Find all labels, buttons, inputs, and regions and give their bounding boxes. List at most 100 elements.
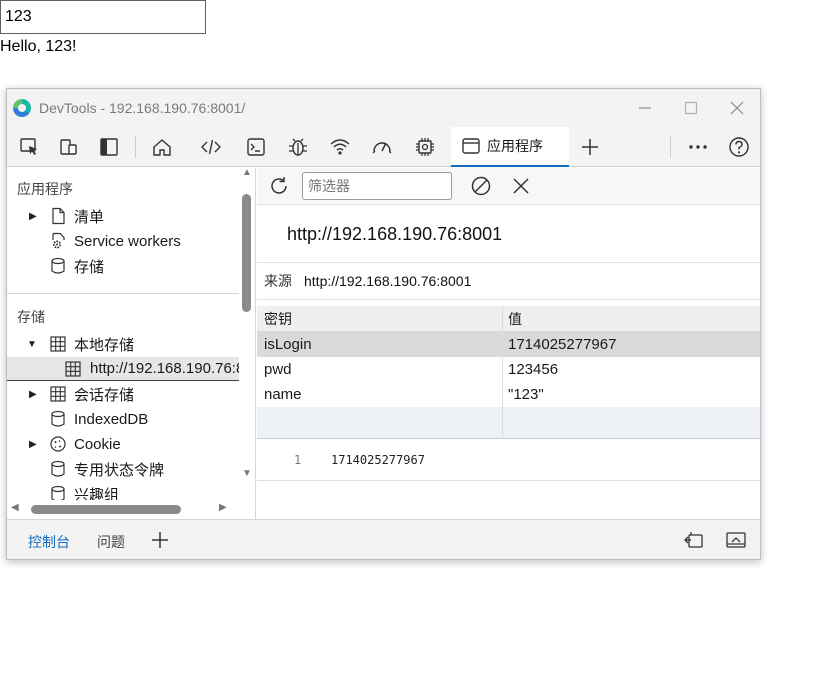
drawer-toolbar: 控制台 问题 — [7, 519, 760, 559]
sidebar-item-manifest[interactable]: ▶ 清单 — [7, 204, 239, 228]
storage-main-panel: http://192.168.190.76:8001 来源 http://192… — [257, 168, 760, 519]
expand-arrow-icon[interactable]: ▶ — [29, 211, 37, 222]
sidebar-item-local-storage[interactable]: ▼ 本地存储 — [7, 332, 239, 356]
sidebar-item-indexeddb[interactable]: IndexedDB — [7, 407, 239, 431]
drawer-add-tab-button[interactable] — [150, 530, 170, 553]
device-emulation-button[interactable] — [55, 135, 81, 159]
performance-tab[interactable] — [369, 135, 395, 159]
tab-application[interactable]: 应用程序 — [451, 127, 569, 167]
column-header-value[interactable]: 值 — [508, 309, 522, 329]
application-icon — [462, 138, 480, 154]
cookie-icon — [49, 435, 67, 453]
vertical-scroll-thumb[interactable] — [242, 194, 251, 312]
expand-arrow-icon[interactable]: ▶ — [29, 389, 37, 400]
plus-icon — [152, 532, 168, 548]
drawer-tab-issues[interactable]: 问题 — [97, 532, 125, 552]
more-tabs-button[interactable] — [577, 135, 603, 159]
database-icon — [49, 257, 67, 275]
elements-tab[interactable] — [198, 135, 224, 159]
customize-menu-button[interactable] — [685, 135, 711, 159]
network-tab[interactable] — [327, 135, 353, 159]
refresh-icon — [271, 177, 287, 194]
scroll-left-icon[interactable]: ◀ — [11, 502, 19, 513]
origin-label: 来源 — [264, 273, 292, 289]
preview-line-number: 1 — [294, 453, 302, 467]
close-drawer-button[interactable] — [725, 530, 747, 553]
origin-title: http://192.168.190.76:8001 — [287, 224, 503, 244]
filter-toolbar — [257, 168, 760, 205]
dock-icon — [100, 138, 118, 156]
plus-icon — [582, 139, 598, 155]
origin-value: http://192.168.190.76:8001 — [304, 273, 472, 289]
sidebar-item-local-storage-origin[interactable]: http://192.168.190.76:8001 — [7, 357, 255, 381]
delete-selected-button[interactable] — [510, 175, 532, 200]
sidebar-item-cookie[interactable]: ▶ Cookie — [7, 432, 239, 456]
expand-arrow-icon[interactable]: ▶ — [29, 439, 37, 450]
sidebar-item-service-workers[interactable]: Service workers — [7, 229, 239, 253]
sidebar-item-label: 存储 — [74, 258, 105, 276]
clear-all-button[interactable] — [470, 175, 492, 200]
title-bar[interactable]: DevTools - 192.168.190.76:8001/ — [7, 89, 760, 127]
gear-icon — [49, 232, 67, 250]
table-header: 密钥 值 — [257, 306, 760, 332]
sidebar-item-label: http://192.168.190.76:8001 — [90, 360, 256, 377]
bug-icon — [289, 138, 307, 156]
window-title: DevTools - 192.168.190.76:8001/ — [39, 100, 246, 116]
table-row[interactable]: name "123" — [257, 382, 760, 407]
dock-drawer-button[interactable] — [683, 530, 705, 553]
row-key: name — [264, 386, 302, 403]
page-text-input[interactable] — [0, 0, 206, 34]
scroll-up-icon[interactable]: ▲ — [242, 168, 252, 178]
dock-side-button[interactable] — [96, 135, 122, 159]
row-key: isLogin — [264, 336, 312, 353]
drawer-tab-console[interactable]: 控制台 — [28, 532, 70, 552]
console-tab[interactable] — [243, 135, 269, 159]
memory-tab[interactable] — [412, 135, 438, 159]
application-sidebar: 应用程序 ▶ 清单 Service workers 存储 存储 ▼ 本地存储 h… — [7, 168, 256, 519]
close-icon — [730, 101, 744, 115]
sidebar-item-private-state-tokens[interactable]: 专用状态令牌 — [7, 457, 239, 481]
sidebar-item-label: Service workers — [74, 232, 181, 250]
inspect-element-button[interactable] — [16, 135, 42, 159]
row-value: 1714025277967 — [508, 336, 617, 353]
table-row[interactable]: isLogin 1714025277967 — [257, 332, 760, 357]
column-header-key[interactable]: 密钥 — [264, 309, 292, 329]
maximize-button[interactable] — [668, 89, 714, 127]
sidebar-horizontal-scrollbar[interactable]: ◀ ▶ — [7, 500, 239, 518]
chip-icon — [416, 138, 434, 156]
origin-info-row: 来源 http://192.168.190.76:8001 — [257, 262, 760, 300]
scroll-right-icon[interactable]: ▶ — [219, 502, 227, 513]
sidebar-item-label: IndexedDB — [74, 410, 149, 428]
column-divider[interactable] — [502, 306, 503, 439]
horizontal-scroll-thumb[interactable] — [31, 505, 181, 514]
device-icon — [60, 139, 77, 155]
file-icon — [49, 207, 67, 225]
value-preview: 1 1714025277967 — [257, 439, 760, 481]
sidebar-item-label: 本地存储 — [74, 336, 135, 354]
help-button[interactable] — [726, 135, 752, 159]
filter-input[interactable] — [302, 172, 452, 200]
gauge-icon — [372, 142, 392, 154]
row-value: "123" — [508, 386, 544, 403]
minimize-icon — [639, 107, 651, 109]
sidebar-item-label: Cookie — [74, 435, 121, 453]
edge-logo-icon — [13, 99, 31, 117]
sidebar-vertical-scrollbar[interactable]: ▲ ▼ — [239, 168, 255, 519]
close-window-button[interactable] — [714, 89, 760, 127]
more-icon — [689, 145, 707, 149]
scroll-down-icon[interactable]: ▼ — [242, 468, 252, 479]
refresh-button[interactable] — [268, 175, 290, 200]
minimize-button[interactable] — [622, 89, 668, 127]
collapse-arrow-icon[interactable]: ▼ — [27, 339, 37, 350]
collapse-drawer-icon — [726, 532, 746, 548]
inspect-icon — [20, 138, 37, 155]
welcome-tab[interactable] — [149, 135, 175, 159]
sidebar-item-storage-overview[interactable]: 存储 — [7, 254, 239, 278]
sources-tab[interactable] — [285, 135, 311, 159]
sidebar-item-label: 专用状态令牌 — [74, 461, 165, 479]
table-icon — [49, 385, 67, 403]
block-icon — [471, 176, 491, 196]
table-row[interactable]: pwd 123456 — [257, 357, 760, 382]
table-new-row[interactable] — [257, 407, 760, 439]
sidebar-item-session-storage[interactable]: ▶ 会话存储 — [7, 382, 239, 406]
